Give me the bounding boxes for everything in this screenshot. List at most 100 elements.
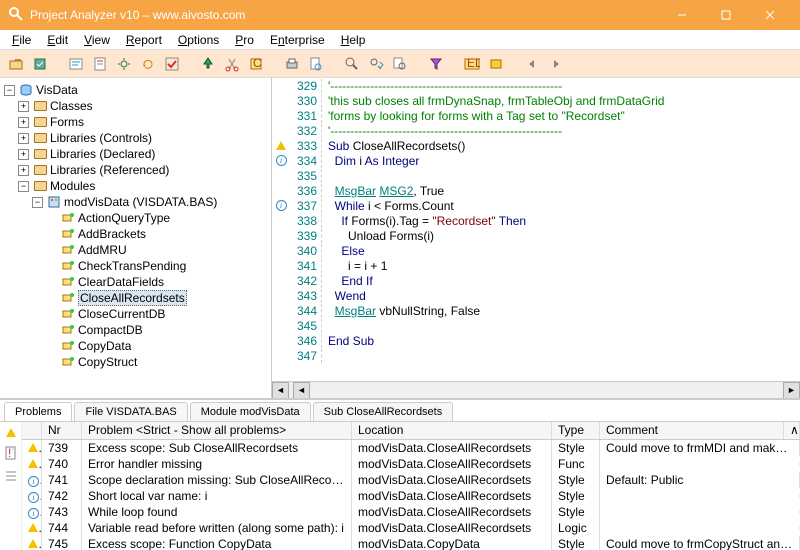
tool-findinfile-icon[interactable] bbox=[390, 54, 410, 74]
tree-expander-icon[interactable]: + bbox=[18, 117, 29, 128]
code-line[interactable]: 336 MsgBar MSG2, True bbox=[272, 183, 800, 198]
code-line[interactable]: 330 'this sub closes all frmDynaSnap, fr… bbox=[272, 93, 800, 108]
problem-row[interactable]: 739 Excess scope: Sub CloseAllRecordsets… bbox=[22, 440, 800, 456]
problems-grid[interactable]: Nr Problem <Strict - Show all problems> … bbox=[22, 422, 800, 550]
tree-proc-ActionQueryType[interactable]: ActionQueryType bbox=[2, 210, 269, 226]
tree-proc-AddBrackets[interactable]: AddBrackets bbox=[2, 226, 269, 242]
code-hscroll[interactable]: ◄ ◄ ► bbox=[272, 381, 800, 398]
menu-help[interactable]: Help bbox=[333, 31, 374, 49]
tree-lib-referenced[interactable]: + Libraries (Referenced) bbox=[2, 162, 269, 178]
tree-root[interactable]: − VisData bbox=[2, 82, 269, 98]
tool-cut-icon[interactable] bbox=[222, 54, 242, 74]
problem-row[interactable]: i 743 While loop found modVisData.CloseA… bbox=[22, 504, 800, 520]
code-line[interactable]: 339 Unload Forms(i) bbox=[272, 228, 800, 243]
code-line[interactable]: 335 bbox=[272, 168, 800, 183]
tree-proc-AddMRU[interactable]: AddMRU bbox=[2, 242, 269, 258]
menu-edit[interactable]: Edit bbox=[39, 31, 76, 49]
tree-expander-icon[interactable]: + bbox=[18, 165, 29, 176]
col-nr[interactable]: Nr bbox=[42, 422, 82, 439]
code-line[interactable]: 347 bbox=[272, 348, 800, 363]
tool-hypertext-icon[interactable] bbox=[66, 54, 86, 74]
col-scroll-up[interactable]: ∧ bbox=[784, 422, 800, 439]
tool-check-icon[interactable] bbox=[162, 54, 182, 74]
problem-row[interactable]: i 741 Scope declaration missing: Sub Clo… bbox=[22, 472, 800, 488]
tool-print-icon[interactable] bbox=[282, 54, 302, 74]
tool-refresh-icon[interactable] bbox=[138, 54, 158, 74]
tree-classes[interactable]: + Classes bbox=[2, 98, 269, 114]
maximize-button[interactable] bbox=[704, 0, 748, 30]
tree-expander-icon[interactable]: + bbox=[18, 133, 29, 144]
col-comment[interactable]: Comment bbox=[600, 422, 784, 439]
tree-proc-CopyStruct[interactable]: CopyStruct bbox=[2, 354, 269, 370]
list-icon[interactable] bbox=[4, 469, 18, 486]
project-tree[interactable]: − VisData + Classes + Forms + Libraries … bbox=[0, 78, 272, 398]
tree-expander-icon[interactable]: − bbox=[4, 85, 15, 96]
tree-expander-icon[interactable]: − bbox=[18, 181, 29, 192]
menu-view[interactable]: View bbox=[76, 31, 118, 49]
problem-row[interactable]: i 742 Short local var name: i modVisData… bbox=[22, 488, 800, 504]
problems-tab[interactable]: File VISDATA.BAS bbox=[74, 402, 187, 421]
col-problem[interactable]: Problem <Strict - Show all problems> bbox=[82, 422, 352, 439]
col-location[interactable]: Location bbox=[352, 422, 552, 439]
hscroll-left-button[interactable]: ◄ bbox=[272, 382, 289, 399]
tool-find-icon[interactable] bbox=[342, 54, 362, 74]
sheet-icon[interactable]: ! bbox=[4, 446, 18, 463]
tool-tree-icon[interactable] bbox=[198, 54, 218, 74]
tree-proc-CloseCurrentDB[interactable]: CloseCurrentDB bbox=[2, 306, 269, 322]
menu-options[interactable]: Options bbox=[170, 31, 227, 49]
code-line[interactable]: 332 '-----------------------------------… bbox=[272, 123, 800, 138]
tree-module-file[interactable]: − modVisData (VISDATA.BAS) bbox=[2, 194, 269, 210]
tool-analyze-icon[interactable] bbox=[30, 54, 50, 74]
close-button[interactable] bbox=[748, 0, 792, 30]
hscroll-left2-button[interactable]: ◄ bbox=[293, 382, 310, 399]
tool-forward-icon[interactable] bbox=[546, 54, 566, 74]
tree-expander-icon[interactable]: + bbox=[18, 149, 29, 160]
code-line[interactable]: i 334 Dim i As Integer bbox=[272, 153, 800, 168]
menu-pro[interactable]: Pro bbox=[227, 31, 262, 49]
code-line[interactable]: 344 MsgBar vbNullString, False bbox=[272, 303, 800, 318]
problems-tab[interactable]: Module modVisData bbox=[190, 402, 311, 421]
tree-lib-declared[interactable]: + Libraries (Declared) bbox=[2, 146, 269, 162]
tool-filter-icon[interactable] bbox=[426, 54, 446, 74]
tool-settings-icon[interactable] bbox=[114, 54, 134, 74]
problem-row[interactable]: 740 Error handler missing modVisData.Clo… bbox=[22, 456, 800, 472]
tool-ed-icon[interactable]: ED bbox=[462, 54, 482, 74]
tool-findnext-icon[interactable] bbox=[366, 54, 386, 74]
tree-proc-CopyData[interactable]: CopyData bbox=[2, 338, 269, 354]
tree-proc-CloseAllRecordsets[interactable]: CloseAllRecordsets bbox=[2, 290, 269, 306]
tree-forms[interactable]: + Forms bbox=[2, 114, 269, 130]
tool-report-icon[interactable] bbox=[90, 54, 110, 74]
tree-proc-ClearDataFields[interactable]: ClearDataFields bbox=[2, 274, 269, 290]
code-line[interactable]: 329 '-----------------------------------… bbox=[272, 78, 800, 93]
tool-open-icon[interactable] bbox=[6, 54, 26, 74]
tool-back-icon[interactable] bbox=[522, 54, 542, 74]
code-line[interactable]: 338 If Forms(i).Tag = "Recordset" Then bbox=[272, 213, 800, 228]
code-line[interactable]: 331 'forms by looking for forms with a T… bbox=[272, 108, 800, 123]
minimize-button[interactable] bbox=[660, 0, 704, 30]
problems-tab[interactable]: Problems bbox=[4, 402, 72, 421]
tree-lib-controls[interactable]: + Libraries (Controls) bbox=[2, 130, 269, 146]
code-line[interactable]: i 337 While i < Forms.Count bbox=[272, 198, 800, 213]
tool-class-icon[interactable]: C bbox=[246, 54, 266, 74]
menu-enterprise[interactable]: Enterprise bbox=[262, 31, 333, 49]
tree-modules[interactable]: − Modules bbox=[2, 178, 269, 194]
code-line[interactable]: 343 Wend bbox=[272, 288, 800, 303]
tool-gold-icon[interactable] bbox=[486, 54, 506, 74]
tree-proc-CompactDB[interactable]: CompactDB bbox=[2, 322, 269, 338]
menu-report[interactable]: Report bbox=[118, 31, 170, 49]
tree-expander-icon[interactable]: − bbox=[32, 197, 43, 208]
tool-preview-icon[interactable] bbox=[306, 54, 326, 74]
warning-filter-icon[interactable] bbox=[6, 426, 16, 440]
menu-file[interactable]: File bbox=[4, 31, 39, 49]
tree-expander-icon[interactable]: + bbox=[18, 101, 29, 112]
code-line[interactable]: 341 i = i + 1 bbox=[272, 258, 800, 273]
problems-tab[interactable]: Sub CloseAllRecordsets bbox=[313, 402, 454, 421]
code-line[interactable]: 342 End If bbox=[272, 273, 800, 288]
problem-row[interactable]: 745 Excess scope: Function CopyData modV… bbox=[22, 536, 800, 550]
tree-proc-CheckTransPending[interactable]: CheckTransPending bbox=[2, 258, 269, 274]
code-line[interactable]: 345 bbox=[272, 318, 800, 333]
hscroll-right-button[interactable]: ► bbox=[783, 382, 800, 399]
code-line[interactable]: 340 Else bbox=[272, 243, 800, 258]
code-line[interactable]: 333 Sub CloseAllRecordsets() bbox=[272, 138, 800, 153]
col-type[interactable]: Type bbox=[552, 422, 600, 439]
